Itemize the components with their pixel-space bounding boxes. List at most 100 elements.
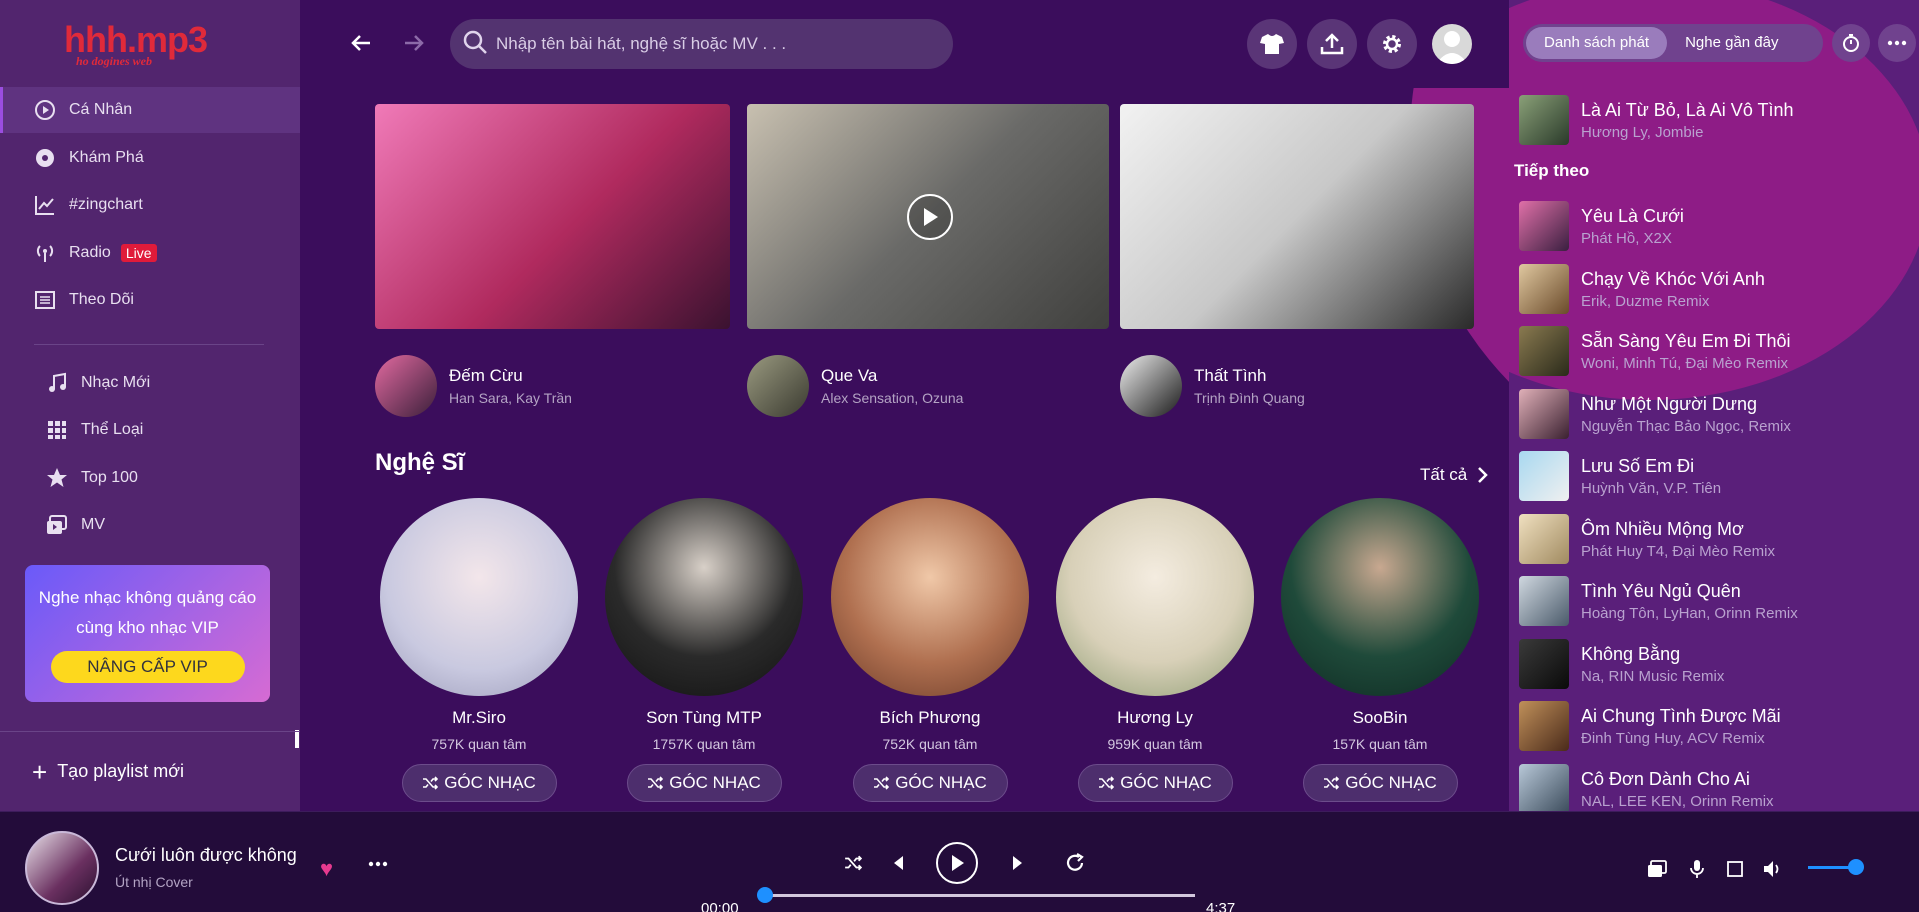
banner-dem-cuu[interactable] bbox=[375, 104, 730, 329]
current-song[interactable]: Là Ai Từ Bỏ, Là Ai Vô Tình Hương Ly, Jom… bbox=[1519, 94, 1794, 146]
sidebar-item-the-loai[interactable]: Thể Loại bbox=[0, 407, 300, 453]
heart-icon[interactable]: ♥ bbox=[320, 856, 333, 882]
tab-playlist[interactable]: Danh sách phát bbox=[1526, 27, 1668, 59]
avatar[interactable] bbox=[1432, 24, 1472, 64]
sidebar-item-top-100[interactable]: Top 100 bbox=[0, 455, 300, 501]
artist-card: Hương Ly 959K quan tâm GÓC NHẠC bbox=[1056, 498, 1254, 802]
logo-text: hhh.mp3 bbox=[64, 19, 208, 60]
next-button[interactable] bbox=[1003, 848, 1033, 878]
release-thumbnail bbox=[1120, 355, 1182, 417]
queue-item[interactable]: Ai Chung Tình Được Mãi Đinh Tùng Huy, ACV… bbox=[1519, 700, 1781, 752]
star-icon bbox=[45, 466, 69, 490]
lyrics-button[interactable] bbox=[1686, 858, 1708, 880]
banner-that-tinh[interactable] bbox=[1120, 104, 1474, 329]
new-playlist-button[interactable]: + Tạo playlist mới bbox=[0, 731, 300, 811]
sidebar: hhh.mp3 ho dogines web Cá Nhân Khám Phá … bbox=[0, 0, 300, 811]
queue-item[interactable]: Như Một Người Dưng Nguyễn Thạc Bảo Ngọc, … bbox=[1519, 388, 1791, 440]
song-title: Như Một Người Dưng bbox=[1581, 393, 1758, 414]
volume-button[interactable] bbox=[1762, 858, 1784, 880]
mini-player-button[interactable] bbox=[1724, 858, 1746, 880]
release-artists: Alex Sensation, Ozuna bbox=[821, 390, 964, 406]
theme-button[interactable] bbox=[1247, 19, 1297, 69]
artist-name[interactable]: Hương Ly bbox=[1056, 708, 1254, 728]
now-playing-artist[interactable]: Út nhị Cover bbox=[115, 874, 193, 890]
settings-button[interactable] bbox=[1367, 19, 1417, 69]
now-playing-thumbnail[interactable] bbox=[25, 831, 99, 905]
repeat-button[interactable] bbox=[1060, 848, 1090, 878]
artist-radio-button[interactable]: GÓC NHẠC bbox=[1302, 764, 1458, 802]
artist-avatar[interactable] bbox=[605, 498, 803, 696]
queue-item[interactable]: Tình Yêu Ngủ Quên Hoàng Tôn, LyHan, Orinn… bbox=[1519, 575, 1798, 627]
shirt-icon bbox=[1260, 34, 1284, 54]
release-item[interactable]: Que Va Alex Sensation, Ozuna bbox=[747, 354, 963, 418]
queue-item[interactable]: Ôm Nhiều Mộng Mơ Phát Huy T4, Đại Mèo Rem… bbox=[1519, 513, 1775, 565]
sidebar-item-mv[interactable]: MV bbox=[0, 502, 300, 548]
progress-knob[interactable] bbox=[757, 887, 773, 903]
sidebar-item-ca-nhan[interactable]: Cá Nhân bbox=[0, 87, 300, 133]
artist-name[interactable]: Sơn Tùng MTP bbox=[605, 708, 803, 728]
queue-item[interactable]: Yêu Là Cưới Phát Hồ, X2X bbox=[1519, 200, 1684, 252]
song-artist: Woni, Minh Tú, Đại Mèo Remix bbox=[1581, 354, 1789, 372]
queue-item[interactable]: Lưu Số Em Đi Huỳnh Văn, V.P. Tiên bbox=[1519, 450, 1721, 502]
time-current: 00:00 bbox=[701, 900, 739, 912]
previous-button[interactable] bbox=[883, 848, 913, 878]
artist-name[interactable]: Bích Phương bbox=[831, 708, 1029, 728]
artist-avatar[interactable] bbox=[1056, 498, 1254, 696]
play-icon[interactable] bbox=[907, 194, 953, 240]
artist-radio-button[interactable]: GÓC NHẠC bbox=[401, 764, 557, 802]
radio-icon bbox=[33, 241, 57, 265]
chevron-right-icon bbox=[1478, 467, 1489, 483]
timer-button[interactable] bbox=[1832, 24, 1870, 62]
song-title: Tình Yêu Ngủ Quên bbox=[1581, 580, 1741, 601]
artist-radio-button[interactable]: GÓC NHẠC bbox=[852, 764, 1008, 802]
sidebar-item-kham-pha[interactable]: Khám Phá bbox=[0, 135, 300, 181]
sidebar-item-zingchart[interactable]: #zingchart bbox=[0, 182, 300, 228]
artist-avatar[interactable] bbox=[380, 498, 578, 696]
microphone-icon bbox=[1690, 860, 1704, 878]
volume-knob[interactable] bbox=[1848, 859, 1864, 875]
banner-que-va[interactable] bbox=[747, 104, 1109, 329]
song-thumbnail bbox=[1519, 95, 1569, 145]
progress-track[interactable] bbox=[765, 894, 1195, 897]
artist-followers: 757K quan tâm bbox=[431, 736, 527, 752]
artist-name[interactable]: Mr.Siro bbox=[380, 708, 578, 728]
queue-item[interactable]: Cô Đơn Dành Cho Ai NAL, LEE KEN, Orinn Re… bbox=[1519, 763, 1774, 811]
release-item[interactable]: Đếm Cừu Han Sara, Kay Trần bbox=[375, 354, 572, 418]
shuffle-button[interactable] bbox=[838, 848, 868, 878]
music-note-icon bbox=[45, 371, 69, 395]
artist-avatar[interactable] bbox=[1281, 498, 1479, 696]
back-button[interactable] bbox=[346, 28, 376, 58]
artist-avatar[interactable] bbox=[831, 498, 1029, 696]
search-input[interactable] bbox=[496, 34, 936, 54]
upload-button[interactable] bbox=[1307, 19, 1357, 69]
artist-radio-button[interactable]: GÓC NHẠC bbox=[626, 764, 782, 802]
topbar bbox=[300, 0, 1509, 88]
song-thumbnail bbox=[1519, 639, 1569, 689]
forward-button[interactable] bbox=[399, 28, 429, 58]
sidebar-item-nhac-moi[interactable]: Nhạc Mới bbox=[0, 360, 300, 406]
play-button[interactable] bbox=[936, 842, 978, 884]
logo[interactable]: hhh.mp3 ho dogines web bbox=[64, 22, 224, 72]
queue-item[interactable]: Không Bằng Na, RIN Music Remix bbox=[1519, 638, 1724, 690]
more-button[interactable] bbox=[1878, 24, 1916, 62]
user-icon bbox=[1436, 31, 1468, 64]
queue-item[interactable]: Chạy Về Khóc Với Anh Erik, Duzme Remix bbox=[1519, 263, 1765, 315]
upgrade-vip-button[interactable]: NÂNG CẤP VIP bbox=[50, 651, 245, 683]
sidebar-item-label: Khám Phá bbox=[69, 149, 144, 166]
artist-radio-button[interactable]: GÓC NHẠC bbox=[1077, 764, 1233, 802]
sidebar-item-label: MV bbox=[81, 516, 105, 533]
sidebar-item-theo-doi[interactable]: Theo Dõi bbox=[0, 277, 300, 323]
mv-button[interactable] bbox=[1646, 858, 1668, 880]
song-artist: Huỳnh Văn, V.P. Tiên bbox=[1581, 479, 1722, 497]
grid-icon bbox=[45, 418, 69, 442]
tab-recent[interactable]: Nghe gần đây bbox=[1667, 27, 1796, 59]
now-playing-title[interactable]: Cưới luôn được không bbox=[115, 845, 297, 866]
video-icon bbox=[1648, 860, 1667, 877]
artist-name[interactable]: SooBin bbox=[1281, 708, 1479, 728]
release-item[interactable]: Thất Tình Trịnh Đình Quang bbox=[1120, 354, 1305, 418]
sidebar-item-radio[interactable]: Radio Live bbox=[0, 230, 300, 276]
queue-item[interactable]: Sẵn Sàng Yêu Em Đi Thôi Woni, Minh Tú, Đạ… bbox=[1519, 325, 1790, 377]
shuffle-icon bbox=[648, 776, 664, 790]
see-all-link[interactable]: Tất cả bbox=[1420, 465, 1491, 485]
more-icon[interactable] bbox=[368, 854, 388, 872]
